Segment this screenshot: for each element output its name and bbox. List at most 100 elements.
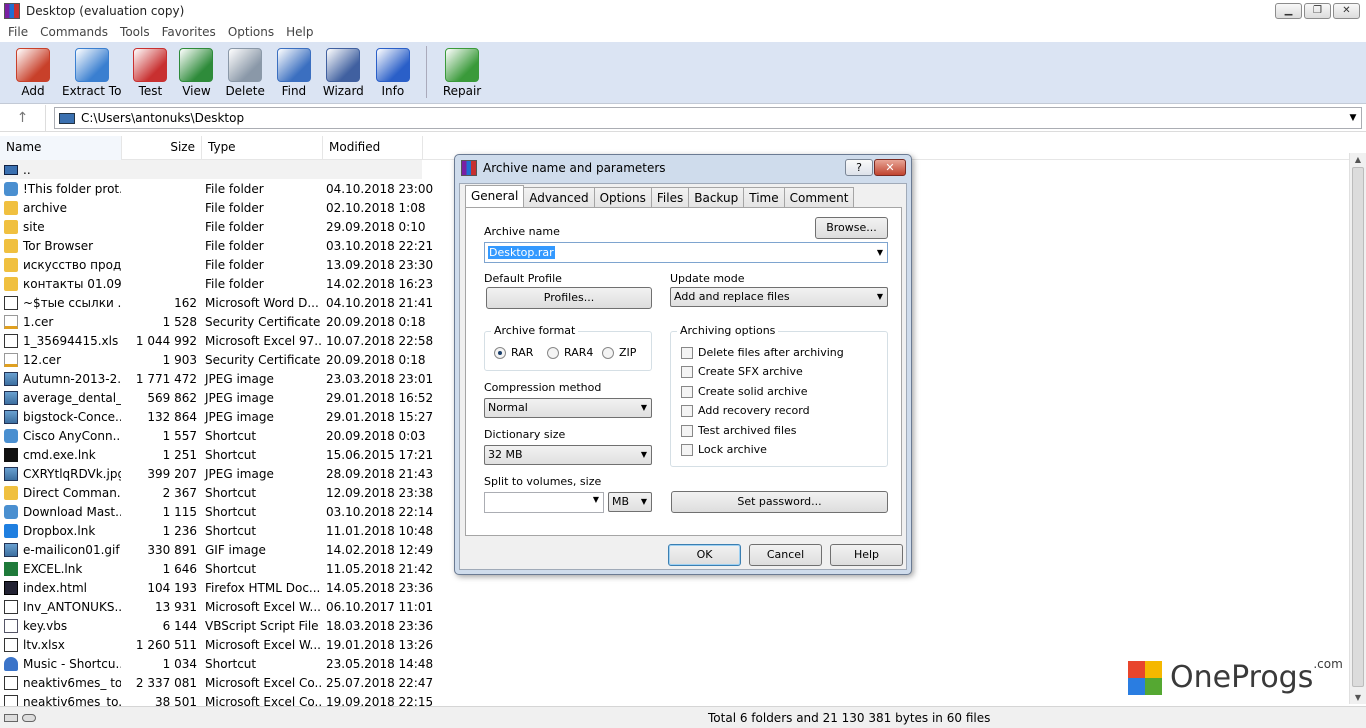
file-row[interactable]: neaktiv6mes_ to... 2 337 081 Microsoft Exc… bbox=[0, 673, 433, 692]
file-row[interactable]: index.html 104 193 Firefox HTML Doc... 14.0… bbox=[0, 578, 433, 597]
split-unit-select[interactable]: MB ▼ bbox=[608, 492, 652, 512]
tab-general[interactable]: General bbox=[465, 185, 525, 208]
ok-button[interactable]: OK bbox=[668, 544, 741, 566]
tab-files[interactable]: Files bbox=[650, 187, 690, 208]
tab-advanced[interactable]: Advanced bbox=[523, 187, 595, 208]
column-size[interactable]: Size bbox=[122, 136, 202, 160]
tab-time[interactable]: Time bbox=[743, 187, 785, 208]
column-name[interactable]: Name bbox=[0, 136, 122, 160]
path-field[interactable]: C:\Users\antonuks\Desktop ▼ bbox=[54, 107, 1362, 129]
profiles-button[interactable]: Profiles... bbox=[486, 287, 652, 309]
file-size: 569 862 bbox=[147, 390, 197, 405]
delete-button[interactable]: Delete bbox=[225, 42, 265, 102]
file-row[interactable]: Music - Shortcu... 1 034 Shortcut 23.05.201… bbox=[0, 654, 433, 673]
doc-file-icon bbox=[4, 599, 18, 614]
tab-backup[interactable]: Backup bbox=[688, 187, 745, 208]
file-row[interactable]: контакты 01.09.... File folder 14.02.2018 … bbox=[0, 274, 434, 293]
update-mode-select[interactable]: Add and replace files ▼ bbox=[670, 287, 888, 307]
file-row[interactable]: Direct Comman... 2 367 Shortcut 12.09.2018 … bbox=[0, 483, 433, 502]
add-recovery-record-checkbox[interactable]: Add recovery record bbox=[681, 404, 810, 417]
maximize-button[interactable]: ❐ bbox=[1304, 3, 1331, 19]
column-type[interactable]: Type bbox=[202, 136, 323, 160]
file-row[interactable]: key.vbs 6 144 VBScript Script File 18.03.20… bbox=[0, 616, 433, 635]
file-row[interactable]: 1_35694415.xls 1 044 992 Microsoft Excel 9… bbox=[0, 331, 433, 350]
chevron-down-icon[interactable]: ▼ bbox=[1345, 113, 1361, 123]
scroll-down-icon[interactable]: ▼ bbox=[1350, 693, 1366, 702]
winrar-app-icon[interactable] bbox=[4, 3, 20, 19]
file-name-cell: Download Mast... bbox=[0, 504, 121, 519]
format-rar-radio[interactable]: RAR bbox=[494, 346, 533, 359]
file-row[interactable]: ltv.xlsx 1 260 511 Microsoft Excel W... 19.… bbox=[0, 635, 434, 654]
key-status-icon[interactable] bbox=[22, 713, 36, 722]
repair-button[interactable]: Repair bbox=[443, 42, 481, 102]
file-row[interactable]: 1.cer 1 528 Security Certificate 20.09.2018… bbox=[0, 312, 425, 331]
cancel-button[interactable]: Cancel bbox=[749, 544, 822, 566]
dialog-close-button[interactable]: ✕ bbox=[874, 159, 906, 176]
file-row[interactable]: bigstock-Conce... 132 864 JPEG image 29.01.… bbox=[0, 407, 433, 426]
file-row[interactable]: Autumn-2013-2... 1 771 472 JPEG image 23.03… bbox=[0, 369, 433, 388]
compression-select[interactable]: Normal ▼ bbox=[484, 398, 652, 418]
file-row[interactable]: Cisco AnyConn... 1 557 Shortcut 20.09.2018 … bbox=[0, 426, 425, 445]
menu-favorites[interactable]: Favorites bbox=[156, 25, 222, 39]
set-password-button[interactable]: Set password... bbox=[671, 491, 888, 513]
split-volumes-input[interactable]: ▼ bbox=[484, 492, 604, 513]
file-row[interactable]: ~$тые ссылки ... 162 Microsoft Word D... 04… bbox=[0, 293, 433, 312]
file-row[interactable]: 12.cer 1 903 Security Certificate 20.09.201… bbox=[0, 350, 425, 369]
archive-name-input[interactable]: Desktop.rar ▼ bbox=[484, 242, 888, 263]
menu-tools[interactable]: Tools bbox=[114, 25, 156, 39]
file-row[interactable]: .. bbox=[0, 160, 422, 179]
archive-parameters-dialog: Archive name and parameters ? ✕ General … bbox=[454, 154, 912, 575]
file-row[interactable]: !This folder prot... File folder 04.10.201… bbox=[0, 179, 433, 198]
file-modified: 14.02.2018 16:23 bbox=[326, 276, 434, 291]
find-button[interactable]: Find bbox=[276, 42, 311, 102]
close-button[interactable]: ✕ bbox=[1333, 3, 1360, 19]
file-row[interactable]: Dropbox.lnk 1 236 Shortcut 11.01.2018 10:48 bbox=[0, 521, 433, 540]
menu-commands[interactable]: Commands bbox=[34, 25, 114, 39]
add-button[interactable]: Add bbox=[16, 42, 50, 102]
column-modified[interactable]: Modified bbox=[323, 136, 423, 160]
info-button[interactable]: Info bbox=[375, 42, 410, 102]
file-name: Music - Shortcu... bbox=[23, 656, 121, 671]
format-rar4-radio[interactable]: RAR4 bbox=[547, 346, 593, 359]
up-arrow-icon[interactable]: ↑ bbox=[0, 104, 46, 132]
test-archived-files-checkbox[interactable]: Test archived files bbox=[681, 424, 797, 437]
create-solid-checkbox[interactable]: Create solid archive bbox=[681, 385, 807, 398]
lock-archive-checkbox[interactable]: Lock archive bbox=[681, 443, 767, 456]
create-sfx-checkbox[interactable]: Create SFX archive bbox=[681, 365, 803, 378]
lnk-file-icon bbox=[4, 504, 18, 519]
file-row[interactable]: average_dental_... 569 862 JPEG image 29.01… bbox=[0, 388, 433, 407]
menu-file[interactable]: File bbox=[2, 25, 34, 39]
tab-options[interactable]: Options bbox=[593, 187, 652, 208]
minimize-button[interactable]: ▁ bbox=[1275, 3, 1302, 19]
view-button[interactable]: View bbox=[179, 42, 214, 102]
file-row[interactable]: archive File folder 02.10.2018 1:08 bbox=[0, 198, 425, 217]
file-row[interactable]: EXCEL.lnk 1 646 Shortcut 11.05.2018 21:42 bbox=[0, 559, 433, 578]
file-row[interactable]: Download Mast... 1 115 Shortcut 03.10.2018 … bbox=[0, 502, 433, 521]
dictionary-select[interactable]: 32 MB ▼ bbox=[484, 445, 652, 465]
test-button[interactable]: Test bbox=[133, 42, 168, 102]
tab-comment[interactable]: Comment bbox=[783, 187, 855, 208]
browse-button[interactable]: Browse... bbox=[815, 217, 888, 239]
extract-to-button[interactable]: Extract To bbox=[62, 42, 121, 102]
scrollbar-thumb[interactable] bbox=[1352, 167, 1364, 687]
drive-status-icon[interactable] bbox=[4, 713, 18, 722]
chevron-down-icon[interactable]: ▼ bbox=[877, 243, 883, 262]
file-row[interactable]: cmd.exe.lnk 1 251 Shortcut 15.06.2015 17:21 bbox=[0, 445, 433, 464]
file-row[interactable]: e-mailicon01.gif 330 891 GIF image 14.02.20… bbox=[0, 540, 433, 559]
format-zip-radio[interactable]: ZIP bbox=[602, 346, 636, 359]
file-modified: 19.01.2018 13:26 bbox=[326, 637, 434, 652]
menu-options[interactable]: Options bbox=[222, 25, 280, 39]
file-row[interactable]: site File folder 29.09.2018 0:10 bbox=[0, 217, 425, 236]
file-row[interactable]: Inv_ANTONUKS.... 13 931 Microsoft Excel W.… bbox=[0, 597, 433, 616]
file-row[interactable]: CXRYtlqRDVk.jpg 399 207 JPEG image 28.09.20… bbox=[0, 464, 433, 483]
wizard-button[interactable]: Wizard bbox=[323, 42, 364, 102]
file-row[interactable]: искусство прод... File folder 13.09.2018 2… bbox=[0, 255, 433, 274]
dialog-help-button[interactable]: ? bbox=[845, 159, 873, 176]
vertical-scrollbar[interactable]: ▲ ▼ bbox=[1349, 153, 1366, 704]
menu-help[interactable]: Help bbox=[280, 25, 319, 39]
help-button[interactable]: Help bbox=[830, 544, 903, 566]
file-row[interactable]: Tor Browser File folder 03.10.2018 22:21 bbox=[0, 236, 433, 255]
delete-after-archiving-checkbox[interactable]: Delete files after archiving bbox=[681, 346, 844, 359]
chevron-down-icon[interactable]: ▼ bbox=[593, 495, 599, 504]
scroll-up-icon[interactable]: ▲ bbox=[1350, 155, 1366, 164]
